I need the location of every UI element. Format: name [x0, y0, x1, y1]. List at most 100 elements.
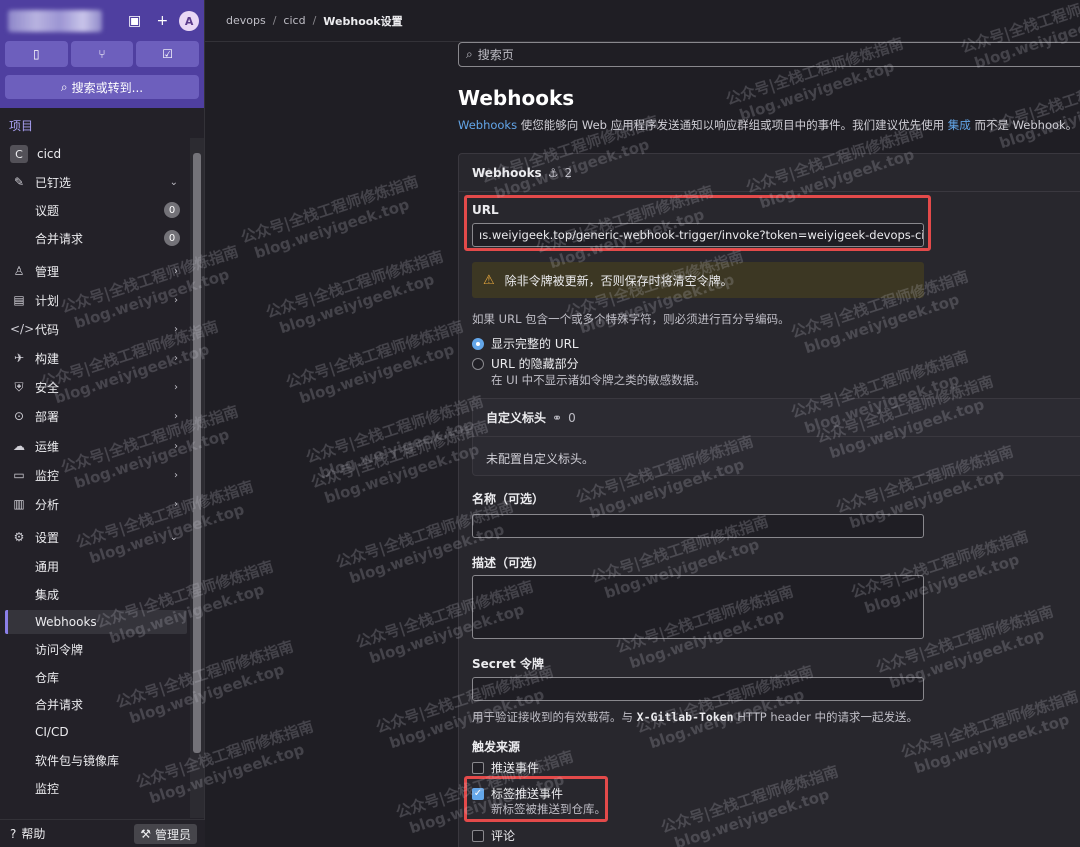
url-help-text: 如果 URL 包含一个或多个特殊字符，则必须进行百分号编码。	[472, 312, 790, 326]
sidebar-item-issues[interactable]: 议题 0	[0, 198, 190, 222]
breadcrumb-current[interactable]: Webhook设置	[323, 13, 402, 29]
webhooks-doc-link[interactable]: Webhooks	[458, 118, 517, 132]
scrollbar-thumb[interactable]	[193, 153, 201, 753]
breadcrumb-item[interactable]: devops	[226, 14, 266, 27]
trigger-label: 触发来源	[472, 740, 521, 754]
url-input[interactable]: ıs.weiyigeek.top/generic-webhook-trigger…	[472, 223, 924, 247]
sidebar-toggle-icon[interactable]: ▣	[124, 10, 146, 32]
sidebar-item-monitor[interactable]: ▭ 监控 ›	[0, 463, 190, 487]
custom-headers-header: 自定义标头 ⚭ 0	[473, 399, 1080, 437]
watermark-text: 公众号|全栈工程师修炼指南 blog.weiyigeek.top	[263, 247, 446, 338]
sidebar-item-mr[interactable]: 合并请求 0	[0, 226, 190, 250]
sidebar-search-button[interactable]: ⌕ 搜索或转到...	[5, 75, 199, 99]
anchor-icon: ⚓	[547, 165, 559, 180]
chevron-right-icon: ›	[174, 410, 178, 422]
checkbox-comments[interactable]: 评论	[472, 827, 515, 844]
radio-button[interactable]	[472, 337, 484, 350]
secret-token-input[interactable]	[472, 677, 924, 701]
users-icon: ♙	[13, 264, 25, 278]
checkbox-checked[interactable]: ✓	[472, 787, 484, 800]
sidebar-item-monitor-settings[interactable]: 监控	[0, 776, 190, 800]
sidebar-section-title: 项目	[9, 119, 34, 133]
todo-shortcut-button[interactable]: ☑	[136, 41, 200, 67]
breadcrumb-item[interactable]: cicd	[283, 14, 305, 27]
chevron-down-icon: ⌄	[169, 531, 178, 543]
sidebar-item-deploy[interactable]: ⊙ 部署 ›	[0, 404, 190, 428]
tag-push-help: 新标签被推送到仓库。	[491, 802, 606, 816]
chevron-right-icon: ›	[174, 265, 178, 277]
admin-icon: ⚒	[140, 827, 151, 841]
webhook-count: 2	[564, 165, 573, 180]
chevron-right-icon: ›	[174, 469, 178, 481]
sidebar-item-operate[interactable]: ☁ 运维 ›	[0, 434, 190, 458]
shield-icon: ⛨	[14, 379, 24, 394]
org-logo[interactable]	[8, 10, 102, 32]
page-title: Webhooks	[458, 86, 575, 110]
card-header: Webhooks ⚓ 2	[459, 154, 1080, 192]
chevron-right-icon: ›	[174, 352, 178, 364]
sidebar-item-cicd[interactable]: CI/CD	[0, 720, 190, 744]
warning-icon: ⚠	[483, 272, 495, 288]
sidebar-item-plan[interactable]: ▤ 计划 ›	[0, 288, 190, 312]
secret-token-label: Secret 令牌	[472, 657, 544, 671]
custom-headers-count: 0	[568, 410, 576, 425]
sidebar-item-secure[interactable]: ⛨ 安全 ›	[0, 375, 190, 399]
count-badge: 0	[164, 202, 180, 218]
chevron-right-icon: ›	[174, 381, 178, 393]
checkbox-push-events[interactable]: 推送事件	[472, 759, 539, 776]
sidebar-scrollbar[interactable]	[190, 138, 204, 818]
sidebar-item-settings[interactable]: ⚙ 设置 ⌄	[0, 525, 190, 549]
search-icon: ⌕	[466, 47, 473, 61]
description-textarea[interactable]	[472, 575, 924, 639]
deploy-icon: ⊙	[13, 409, 25, 423]
integrations-link[interactable]: 集成	[948, 118, 971, 132]
sidebar-item-build[interactable]: ✈ 构建 ›	[0, 346, 190, 370]
sidebar-project[interactable]: C cicd	[0, 142, 190, 166]
radio-show-full-url[interactable]: 显示完整的 URL	[472, 335, 579, 352]
monitor-icon: ▭	[13, 468, 25, 482]
gear-icon: ⚙	[13, 530, 25, 544]
search-settings-input[interactable]: ⌕ 搜索页	[458, 42, 1080, 67]
mask-help-text: 在 UI 中不显示诸如令牌之类的敏感数据。	[491, 373, 706, 387]
sidebar-item-repository[interactable]: 仓库	[0, 665, 190, 689]
chevron-right-icon: ›	[174, 498, 178, 510]
url-label: URL	[472, 203, 499, 217]
watermark-text: 公众号|全栈工程师修炼指南 blog.weiyigeek.top	[283, 317, 466, 408]
sidebar-item-integrations[interactable]: 集成	[0, 582, 190, 606]
chart-icon: ▥	[13, 497, 25, 511]
page-description: Webhooks 使您能够向 Web 应用程序发送通知以响应群组或项目中的事件。…	[458, 118, 1078, 132]
checkbox[interactable]	[472, 829, 484, 842]
project-avatar: C	[10, 145, 28, 163]
sidebar-item-manage[interactable]: ♙ 管理 ›	[0, 259, 190, 283]
sidebar-footer: ? 帮助 ⚒ 管理员	[0, 819, 205, 847]
chevron-right-icon: ›	[174, 294, 178, 306]
avatar[interactable]: A	[179, 11, 199, 31]
radio-button[interactable]	[472, 357, 484, 370]
sidebar-item-packages[interactable]: 软件包与镜像库	[0, 748, 190, 772]
mr-shortcut-button[interactable]: ⑂	[70, 41, 134, 67]
chevron-right-icon: ›	[174, 323, 178, 335]
question-icon: ?	[10, 826, 17, 841]
checkbox-tag-push-events[interactable]: ✓ 标签推送事件	[472, 785, 563, 802]
custom-headers-panel: 自定义标头 ⚭ 0 未配置自定义标头。	[472, 398, 1080, 476]
issues-shortcut-button[interactable]: ▯	[5, 41, 68, 67]
sidebar-item-code[interactable]: </> 代码 ›	[0, 317, 190, 341]
help-button[interactable]: ? 帮助	[10, 825, 45, 842]
merge-request-icon: ⑂	[98, 47, 106, 61]
rocket-icon: ✈	[13, 351, 25, 365]
name-input[interactable]	[472, 514, 924, 538]
sidebar-item-webhooks[interactable]: Webhooks	[5, 610, 187, 634]
sidebar-item-merge-requests[interactable]: 合并请求	[0, 692, 190, 716]
radio-mask-url[interactable]: URL 的隐藏部分	[472, 355, 579, 372]
sidebar-item-analyze[interactable]: ▥ 分析 ›	[0, 492, 190, 516]
plus-icon[interactable]: +	[152, 10, 174, 32]
sidebar-item-access-tokens[interactable]: 访问令牌	[0, 637, 190, 661]
description-label: 描述（可选）	[472, 556, 545, 570]
checkbox[interactable]	[472, 761, 484, 774]
chevron-down-icon: ⌄	[169, 176, 178, 188]
sidebar-header: ▣ + A ▯ ⑂ ☑ ⌕ 搜索或转到...	[0, 0, 204, 108]
custom-headers-empty: 未配置自定义标头。	[486, 452, 595, 466]
admin-button[interactable]: ⚒ 管理员	[134, 824, 197, 844]
sidebar-item-general[interactable]: 通用	[0, 554, 190, 578]
sidebar-item-pinned[interactable]: ✎ 已钉选 ⌄	[0, 170, 190, 194]
